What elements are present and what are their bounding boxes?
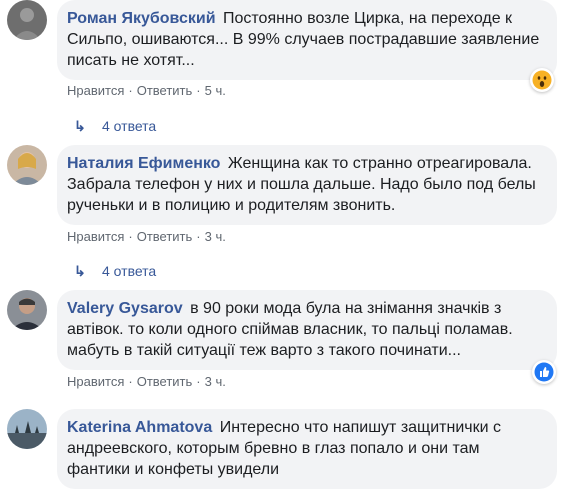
comment-author[interactable]: Katerina Ahmatova <box>67 419 212 436</box>
avatar[interactable] <box>7 0 47 40</box>
comment-actions: Нравится · Ответить · 3 ч. <box>67 374 226 389</box>
reply-link[interactable]: Ответить <box>137 229 193 244</box>
like-reaction-icon <box>534 362 554 382</box>
comment-bubble: Наталия Ефименко Женщина как то странно … <box>57 145 557 225</box>
replies-count: 4 ответа <box>102 118 157 134</box>
comment-actions: Нравится · Ответить · 5 ч. <box>67 83 226 98</box>
reaction-badge[interactable] <box>532 360 556 384</box>
comment-author[interactable]: Роман Якубовский <box>67 10 216 27</box>
comment-actions: Нравится · Ответить · 3 ч. <box>67 229 226 244</box>
view-replies-link[interactable]: ↳ 4 ответа <box>74 117 156 135</box>
avatar[interactable] <box>7 409 47 449</box>
reply-arrow-icon: ↳ <box>74 118 86 134</box>
reply-link[interactable]: Ответить <box>137 374 193 389</box>
comment-bubble: Valery Gysarov в 90 роки мода була на зн… <box>57 290 557 370</box>
comment-time[interactable]: 3 ч. <box>205 229 226 244</box>
avatar[interactable] <box>7 145 47 185</box>
reply-arrow-icon: ↳ <box>74 263 86 279</box>
wow-reaction-icon <box>532 70 552 90</box>
comment-time[interactable]: 5 ч. <box>205 83 226 98</box>
reaction-badge[interactable] <box>530 68 554 92</box>
avatar[interactable] <box>7 290 47 330</box>
view-replies-link[interactable]: ↳ 4 ответа <box>74 262 156 280</box>
comment-bubble: Роман Якубовский Постоянно возле Цирка, … <box>57 0 557 80</box>
like-link[interactable]: Нравится <box>67 374 124 389</box>
comment-author[interactable]: Valery Gysarov <box>67 300 183 317</box>
comment-author[interactable]: Наталия Ефименко <box>67 155 220 172</box>
comment-time[interactable]: 3 ч. <box>205 374 226 389</box>
like-link[interactable]: Нравится <box>67 83 124 98</box>
reply-link[interactable]: Ответить <box>137 83 193 98</box>
like-link[interactable]: Нравится <box>67 229 124 244</box>
replies-count: 4 ответа <box>102 263 157 279</box>
comment-bubble: Katerina Ahmatova Интересно что напишут … <box>57 409 557 489</box>
